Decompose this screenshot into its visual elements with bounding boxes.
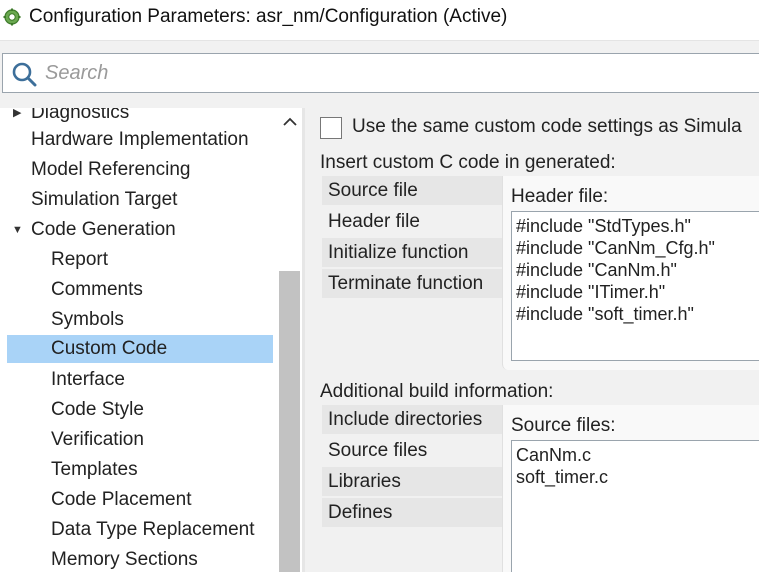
tree-item-diagnostics[interactable]: ▶ Diagnostics [13,108,130,127]
custom-code-pane: Use the same custom code settings as Sim… [305,108,759,572]
tree-item-label: Diagnostics [31,108,130,123]
tree-item-comments[interactable]: Comments [51,276,143,304]
additional-build-info-label: Additional build information: [320,381,554,402]
tree-item-templates[interactable]: Templates [51,456,138,484]
tab-source-file[interactable]: Source file [322,176,502,206]
header-file-textarea[interactable]: #include "StdTypes.h" #include "CanNm_Cf… [511,211,759,361]
tab-header-file[interactable]: Header file [322,207,502,237]
tree-item-label: Interface [51,369,125,390]
tree-item-label: Model Referencing [31,159,191,180]
search-box[interactable] [2,53,759,93]
tree-item-data-type-replacement[interactable]: Data Type Replacement [51,516,255,544]
source-files-panel: Source files: CanNm.c soft_timer.c [502,405,759,572]
tree-item-label: Verification [51,429,144,450]
search-input[interactable] [45,58,645,88]
tab-source-files[interactable]: Source files [322,436,502,466]
tree-item-label: Memory Sections [51,549,198,570]
tree-item-model-referencing[interactable]: Model Referencing [31,156,190,184]
collapse-arrow-icon[interactable]: ▼ [12,216,23,244]
tab-terminate-function[interactable]: Terminate function [322,269,502,299]
tree-item-label: Code Placement [51,489,192,510]
tree-item-label: Simulation Target [31,189,178,210]
source-files-title: Source files: [511,415,616,436]
tree-item-label: Comments [51,279,143,300]
tree-item-hardware-implementation[interactable]: Hardware Implementation [31,126,249,154]
tree-item-label: Data Type Replacement [51,519,255,540]
tree-item-label: Hardware Implementation [31,129,249,150]
tree-item-memory-sections[interactable]: Memory Sections [51,546,198,572]
tree-item-label: Templates [51,459,138,480]
tree-scrollbar[interactable] [277,108,302,572]
category-tree: ▶ Diagnostics Hardware Implementation Mo… [0,108,302,572]
tab-defines[interactable]: Defines [322,498,502,528]
tree-item-simulation-target[interactable]: Simulation Target [31,186,177,214]
use-same-custom-code-label[interactable]: Use the same custom code settings as Sim… [352,116,742,138]
tree-item-label: Report [51,249,109,270]
tree-item-label: Code Style [51,399,144,420]
search-bar [0,40,759,108]
expand-arrow-icon[interactable]: ▶ [13,108,21,127]
tree-item-code-placement[interactable]: Code Placement [51,486,191,514]
tab-include-directories[interactable]: Include directories [322,405,502,435]
tree-item-symbols[interactable]: Symbols [51,306,124,334]
tree-item-interface[interactable]: Interface [51,366,125,394]
tree-item-custom-code[interactable]: Custom Code [7,335,273,363]
tab-initialize-function[interactable]: Initialize function [322,238,502,268]
use-same-custom-code-checkbox[interactable] [320,117,342,139]
scroll-up-icon[interactable] [281,114,298,131]
insert-custom-code-label: Insert custom C code in generated: [320,152,616,173]
tree-item-report[interactable]: Report [51,246,108,274]
header-file-title: Header file: [511,186,609,207]
tree-item-label: Custom Code [51,338,168,359]
scrollbar-thumb[interactable] [279,271,300,572]
gear-cog-icon [3,8,21,26]
title-bar: Configuration Parameters: asr_nm/Configu… [0,0,759,40]
window-title: Configuration Parameters: asr_nm/Configu… [29,6,508,27]
tree-item-label: Code Generation [31,219,176,240]
source-files-textarea[interactable]: CanNm.c soft_timer.c [511,440,759,572]
tree-item-label: Symbols [51,309,124,330]
tree-item-verification[interactable]: Verification [51,426,144,454]
tree-item-code-style[interactable]: Code Style [51,396,144,424]
tree-item-code-generation[interactable]: ▼ Code Generation [12,216,176,244]
search-icon[interactable] [11,61,37,87]
tab-libraries[interactable]: Libraries [322,467,502,497]
header-file-panel: Header file: #include "StdTypes.h" #incl… [502,176,759,370]
